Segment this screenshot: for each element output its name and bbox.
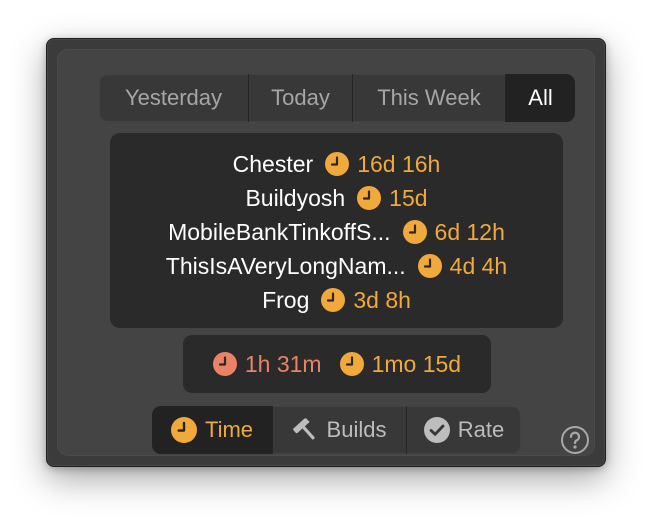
project-time: 15d <box>389 184 428 211</box>
clock-icon <box>357 186 382 210</box>
project-name: Buildyosh <box>245 184 346 211</box>
project-time: 6d 12h <box>434 218 505 245</box>
tab-builds[interactable]: Builds <box>273 406 407 454</box>
clock-icon <box>325 152 350 176</box>
list-item: MobileBankTinkoffS... 6d 12h <box>110 215 563 249</box>
period-segmented-control: Yesterday Today This Week All <box>99 74 575 122</box>
project-name: Frog <box>262 286 310 313</box>
hammer-icon <box>292 417 319 443</box>
mode-segmented-control: Time Builds Rate <box>152 406 521 454</box>
project-time: 4d 4h <box>449 252 508 279</box>
project-name: MobileBankTinkoffS... <box>168 218 391 245</box>
total-time-second: 1mo 15d <box>371 350 462 377</box>
clock-icon <box>339 352 364 376</box>
tab-yesterday[interactable]: Yesterday <box>99 74 249 122</box>
list-item: Buildyosh 15d <box>110 181 563 215</box>
popover-window: Yesterday Today This Week All Chester 16… <box>46 38 606 467</box>
tab-all[interactable]: All <box>506 74 575 122</box>
content-panel: Yesterday Today This Week All Chester 16… <box>57 49 595 456</box>
tab-this-week[interactable]: This Week <box>353 74 506 122</box>
project-name: ThisIsAVeryLongNam... <box>165 252 406 279</box>
totals-box: 1h 31m 1mo 15d <box>183 335 491 393</box>
clock-icon <box>321 288 346 312</box>
list-item: Frog 3d 8h <box>110 283 563 317</box>
project-time-list: Chester 16d 16h Buildyosh 15d MobileBank… <box>110 133 563 328</box>
clock-icon <box>212 352 237 376</box>
tab-rate-label: Rate <box>457 417 505 442</box>
tab-time-label: Time <box>204 417 254 442</box>
project-time: 16d 16h <box>357 150 441 177</box>
project-name: Chester <box>232 150 314 177</box>
question-mark-icon[interactable] <box>560 425 590 455</box>
total-time-first: 1h 31m <box>244 350 322 377</box>
clock-icon <box>170 417 197 443</box>
clock-icon <box>417 254 442 278</box>
list-item: Chester 16d 16h <box>110 147 563 181</box>
tab-today[interactable]: Today <box>249 74 353 122</box>
checkmark-circle-icon <box>423 417 450 443</box>
tab-builds-label: Builds <box>326 417 387 442</box>
project-time: 3d 8h <box>353 286 411 313</box>
clock-icon <box>402 220 427 244</box>
list-item: ThisIsAVeryLongNam... 4d 4h <box>110 249 563 283</box>
tab-rate[interactable]: Rate <box>407 406 521 454</box>
tab-time[interactable]: Time <box>152 406 273 454</box>
